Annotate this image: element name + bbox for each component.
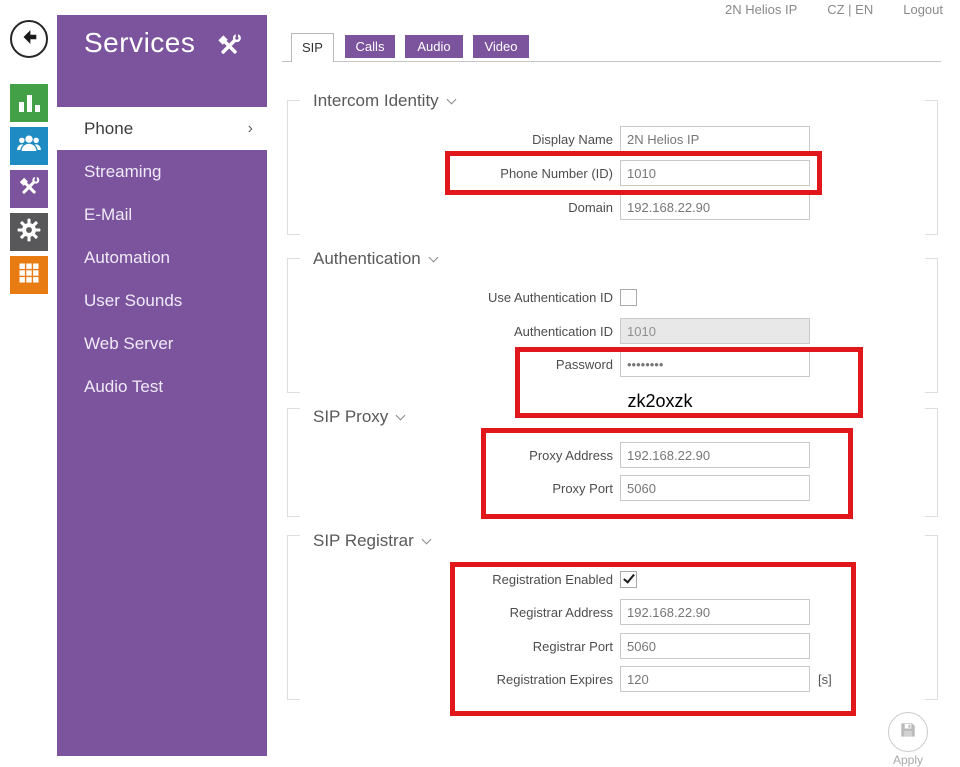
password-input[interactable] [620,351,810,377]
nav-hardware-button[interactable] [10,213,48,251]
chevron-down-icon [396,410,406,420]
section-bracket [925,535,938,700]
language-switcher[interactable]: CZ | EN [827,2,873,18]
sidebar-item-label: Web Server [84,334,173,353]
section-title-authentication: Authentication [313,249,437,269]
floppy-disk-icon [898,720,918,745]
section-bracket [925,258,938,393]
sidebar-item-user-sounds[interactable]: User Sounds [57,279,267,322]
password-plaintext-annotation: zk2oxzk [595,391,725,412]
bar-chart-icon [19,94,40,112]
phone-number-id-input[interactable] [620,160,810,186]
sidebar-item-label: User Sounds [84,291,182,310]
check-icon [623,571,635,583]
services-sidebar: Services Phone › Streaming E-Mail Automa… [57,15,267,756]
grid-icon [17,261,41,290]
registration-expires-input[interactable] [620,666,810,692]
sidebar-item-label: E-Mail [84,205,132,224]
registration-enabled-checkbox[interactable] [620,571,637,588]
form-row: Registration Expires [s] [267,666,832,692]
sidebar-item-automation[interactable]: Automation [57,236,267,279]
section-bracket [925,100,938,235]
proxy-port-input[interactable] [620,475,810,501]
use-authentication-id-label: Use Authentication ID [267,290,613,305]
users-icon [16,131,42,162]
registrar-port-input[interactable] [620,633,810,659]
back-arrow-icon [18,26,40,53]
domain-input[interactable] [620,194,810,220]
registrar-port-label: Registrar Port [267,639,613,654]
form-row: Registration Enabled [267,566,637,592]
gear-icon [16,217,42,248]
sidebar-menu: Phone › Streaming E-Mail Automation User… [57,107,267,408]
display-name-label: Display Name [267,132,613,147]
form-row: Use Authentication ID [267,284,637,310]
proxy-port-label: Proxy Port [267,481,613,496]
sidebar-item-label: Phone [84,119,133,138]
sidebar-title: Services [84,27,195,59]
password-label: Password [267,357,613,372]
chevron-down-icon [428,252,438,262]
chevron-down-icon [446,94,456,104]
authentication-id-label: Authentication ID [267,324,613,339]
proxy-address-input[interactable] [620,442,810,468]
nav-directory-button[interactable] [10,127,48,165]
form-row: Domain [267,194,810,220]
sidebar-item-phone[interactable]: Phone › [57,107,267,150]
save-button[interactable] [888,712,928,752]
sidebar-item-label: Automation [84,248,170,267]
form-row: Password [267,351,810,377]
use-authentication-id-checkbox[interactable] [620,289,637,306]
registration-expires-label: Registration Expires [267,672,613,687]
form-row: Authentication ID [267,318,810,344]
section-bracket [925,408,938,517]
section-title-sip-registrar: SIP Registrar [313,531,430,551]
form-row: Phone Number (ID) [267,160,810,186]
sidebar-item-audio-test[interactable]: Audio Test [57,365,267,408]
back-button[interactable] [10,20,48,58]
tabbar-underline [282,61,941,62]
tools-icon [16,174,42,205]
device-name: 2N Helios IP [725,2,797,18]
nav-services-button[interactable] [10,170,48,208]
domain-label: Domain [267,200,613,215]
form-row: Display Name [267,126,810,152]
tab-calls[interactable]: Calls [345,35,395,58]
phone-number-id-label: Phone Number (ID) [267,166,613,181]
section-title-sip-proxy: SIP Proxy [313,407,404,427]
registrar-address-label: Registrar Address [267,605,613,620]
proxy-address-label: Proxy Address [267,448,613,463]
sidebar-item-label: Streaming [84,162,161,181]
form-row: Registrar Address [267,599,810,625]
tab-video[interactable]: Video [473,35,529,58]
chevron-right-icon: › [248,107,253,150]
seconds-unit-suffix: [s] [818,672,832,687]
apply-label: Apply [888,753,928,767]
sidebar-item-streaming[interactable]: Streaming [57,150,267,193]
section-title-intercom-identity: Intercom Identity [313,91,455,111]
services-tools-icon [214,31,244,66]
form-row: Proxy Port [267,475,810,501]
display-name-input[interactable] [620,126,810,152]
sidebar-item-web-server[interactable]: Web Server [57,322,267,365]
tab-sip[interactable]: SIP [291,33,334,62]
registration-enabled-label: Registration Enabled [267,572,613,587]
registrar-address-input[interactable] [620,599,810,625]
logout-link[interactable]: Logout [903,2,943,18]
sidebar-item-email[interactable]: E-Mail [57,193,267,236]
form-row: Registrar Port [267,633,810,659]
tab-audio[interactable]: Audio [405,35,463,58]
nav-system-button[interactable] [10,256,48,294]
topbar: 2N Helios IP CZ | EN Logout [267,2,943,18]
form-row: Proxy Address [267,442,810,468]
sidebar-item-label: Audio Test [84,377,163,396]
authentication-id-input [620,318,810,344]
nav-state-button[interactable] [10,84,48,122]
chevron-down-icon [421,534,431,544]
